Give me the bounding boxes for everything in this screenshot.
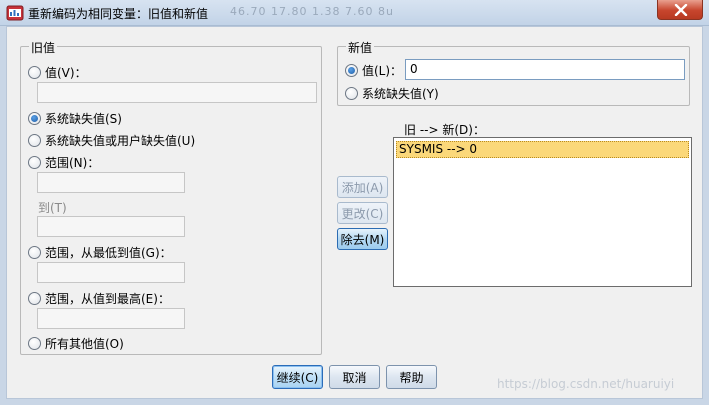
title-bar[interactable]: 重新编码为相同变量：旧值和新值 46.70 17.80 1.38 7.60 8u: [0, 0, 709, 26]
new-value-radio[interactable]: 值(L)：: [345, 62, 402, 79]
all-other-values-radio[interactable]: 所有其他值(O): [28, 335, 124, 352]
cancel-button[interactable]: 取消: [329, 365, 380, 389]
close-button[interactable]: [657, 0, 703, 20]
old-value-radio-circle[interactable]: [28, 66, 41, 79]
watermark-text: https://blog.csdn.net/huaruiyi: [497, 377, 675, 391]
old-system-user-missing-label: 系统缺失值或用户缺失值(U): [45, 134, 196, 148]
old-system-missing-radio[interactable]: 系统缺失值(S): [28, 110, 122, 127]
new-value-input[interactable]: 0: [405, 59, 685, 80]
all-other-values-radio-circle[interactable]: [28, 337, 41, 350]
continue-button[interactable]: 继续(C): [272, 365, 323, 389]
old-value-label: 值(V)：: [45, 66, 87, 80]
range-lowest-label: 范围，从最低到值(G)：: [45, 246, 172, 260]
range-lowest-radio-circle[interactable]: [28, 246, 41, 259]
range-from-input[interactable]: [37, 172, 185, 193]
change-button[interactable]: 更改(C): [337, 202, 388, 224]
old-system-missing-radio-circle[interactable]: [28, 112, 41, 125]
all-other-values-label: 所有其他值(O): [45, 337, 124, 351]
range-label: 范围(N)：: [45, 156, 100, 170]
close-icon: [674, 4, 688, 16]
old-value-radio[interactable]: 值(V)：: [28, 64, 87, 81]
add-button[interactable]: 添加(A): [337, 176, 388, 198]
range-highest-label: 范围，从值到最高(E)：: [45, 292, 170, 306]
range-highest-radio[interactable]: 范围，从值到最高(E)：: [28, 290, 170, 307]
range-highest-input[interactable]: [37, 308, 185, 329]
old-system-user-missing-radio[interactable]: 系统缺失值或用户缺失值(U): [28, 132, 195, 149]
range-to-label: 到(T): [38, 201, 67, 215]
background-window-strip: 46.70 17.80 1.38 7.60 8u: [230, 5, 394, 18]
remove-button[interactable]: 除去(M): [337, 228, 388, 250]
new-value-label: 值(L)：: [362, 64, 403, 78]
mapping-list[interactable]: SYSMIS --> 0: [393, 137, 692, 287]
mapping-list-item[interactable]: SYSMIS --> 0: [396, 141, 689, 158]
new-system-missing-radio-circle[interactable]: [345, 87, 358, 100]
range-radio-circle[interactable]: [28, 156, 41, 169]
recode-dialog: 旧值 值(V)： 系统缺失值(S) 系统缺失值或用户缺失值(U) 范围(N)： …: [6, 26, 703, 399]
old-value-legend: 旧值: [29, 39, 58, 56]
new-system-missing-label: 系统缺失值(Y): [362, 87, 439, 101]
new-value-group: 新值 值(L)： 0 系统缺失值(Y): [337, 39, 690, 106]
new-system-missing-radio[interactable]: 系统缺失值(Y): [345, 85, 439, 102]
mapping-label: 旧 --> 新(D)：: [404, 123, 485, 137]
old-value-input[interactable]: [37, 82, 317, 103]
spss-app-icon: [6, 4, 24, 22]
range-highest-radio-circle[interactable]: [28, 292, 41, 305]
range-to-input[interactable]: [37, 216, 185, 237]
range-radio[interactable]: 范围(N)：: [28, 154, 99, 171]
new-value-radio-circle[interactable]: [345, 64, 358, 77]
window-title: 重新编码为相同变量：旧值和新值: [28, 7, 209, 21]
range-lowest-radio[interactable]: 范围，从最低到值(G)：: [28, 244, 172, 261]
old-value-group: 旧值 值(V)： 系统缺失值(S) 系统缺失值或用户缺失值(U) 范围(N)： …: [20, 39, 322, 355]
old-system-missing-label: 系统缺失值(S): [45, 112, 122, 126]
range-lowest-input[interactable]: [37, 262, 185, 283]
help-button[interactable]: 帮助: [386, 365, 437, 389]
old-system-user-missing-radio-circle[interactable]: [28, 134, 41, 147]
new-value-legend: 新值: [346, 39, 375, 56]
